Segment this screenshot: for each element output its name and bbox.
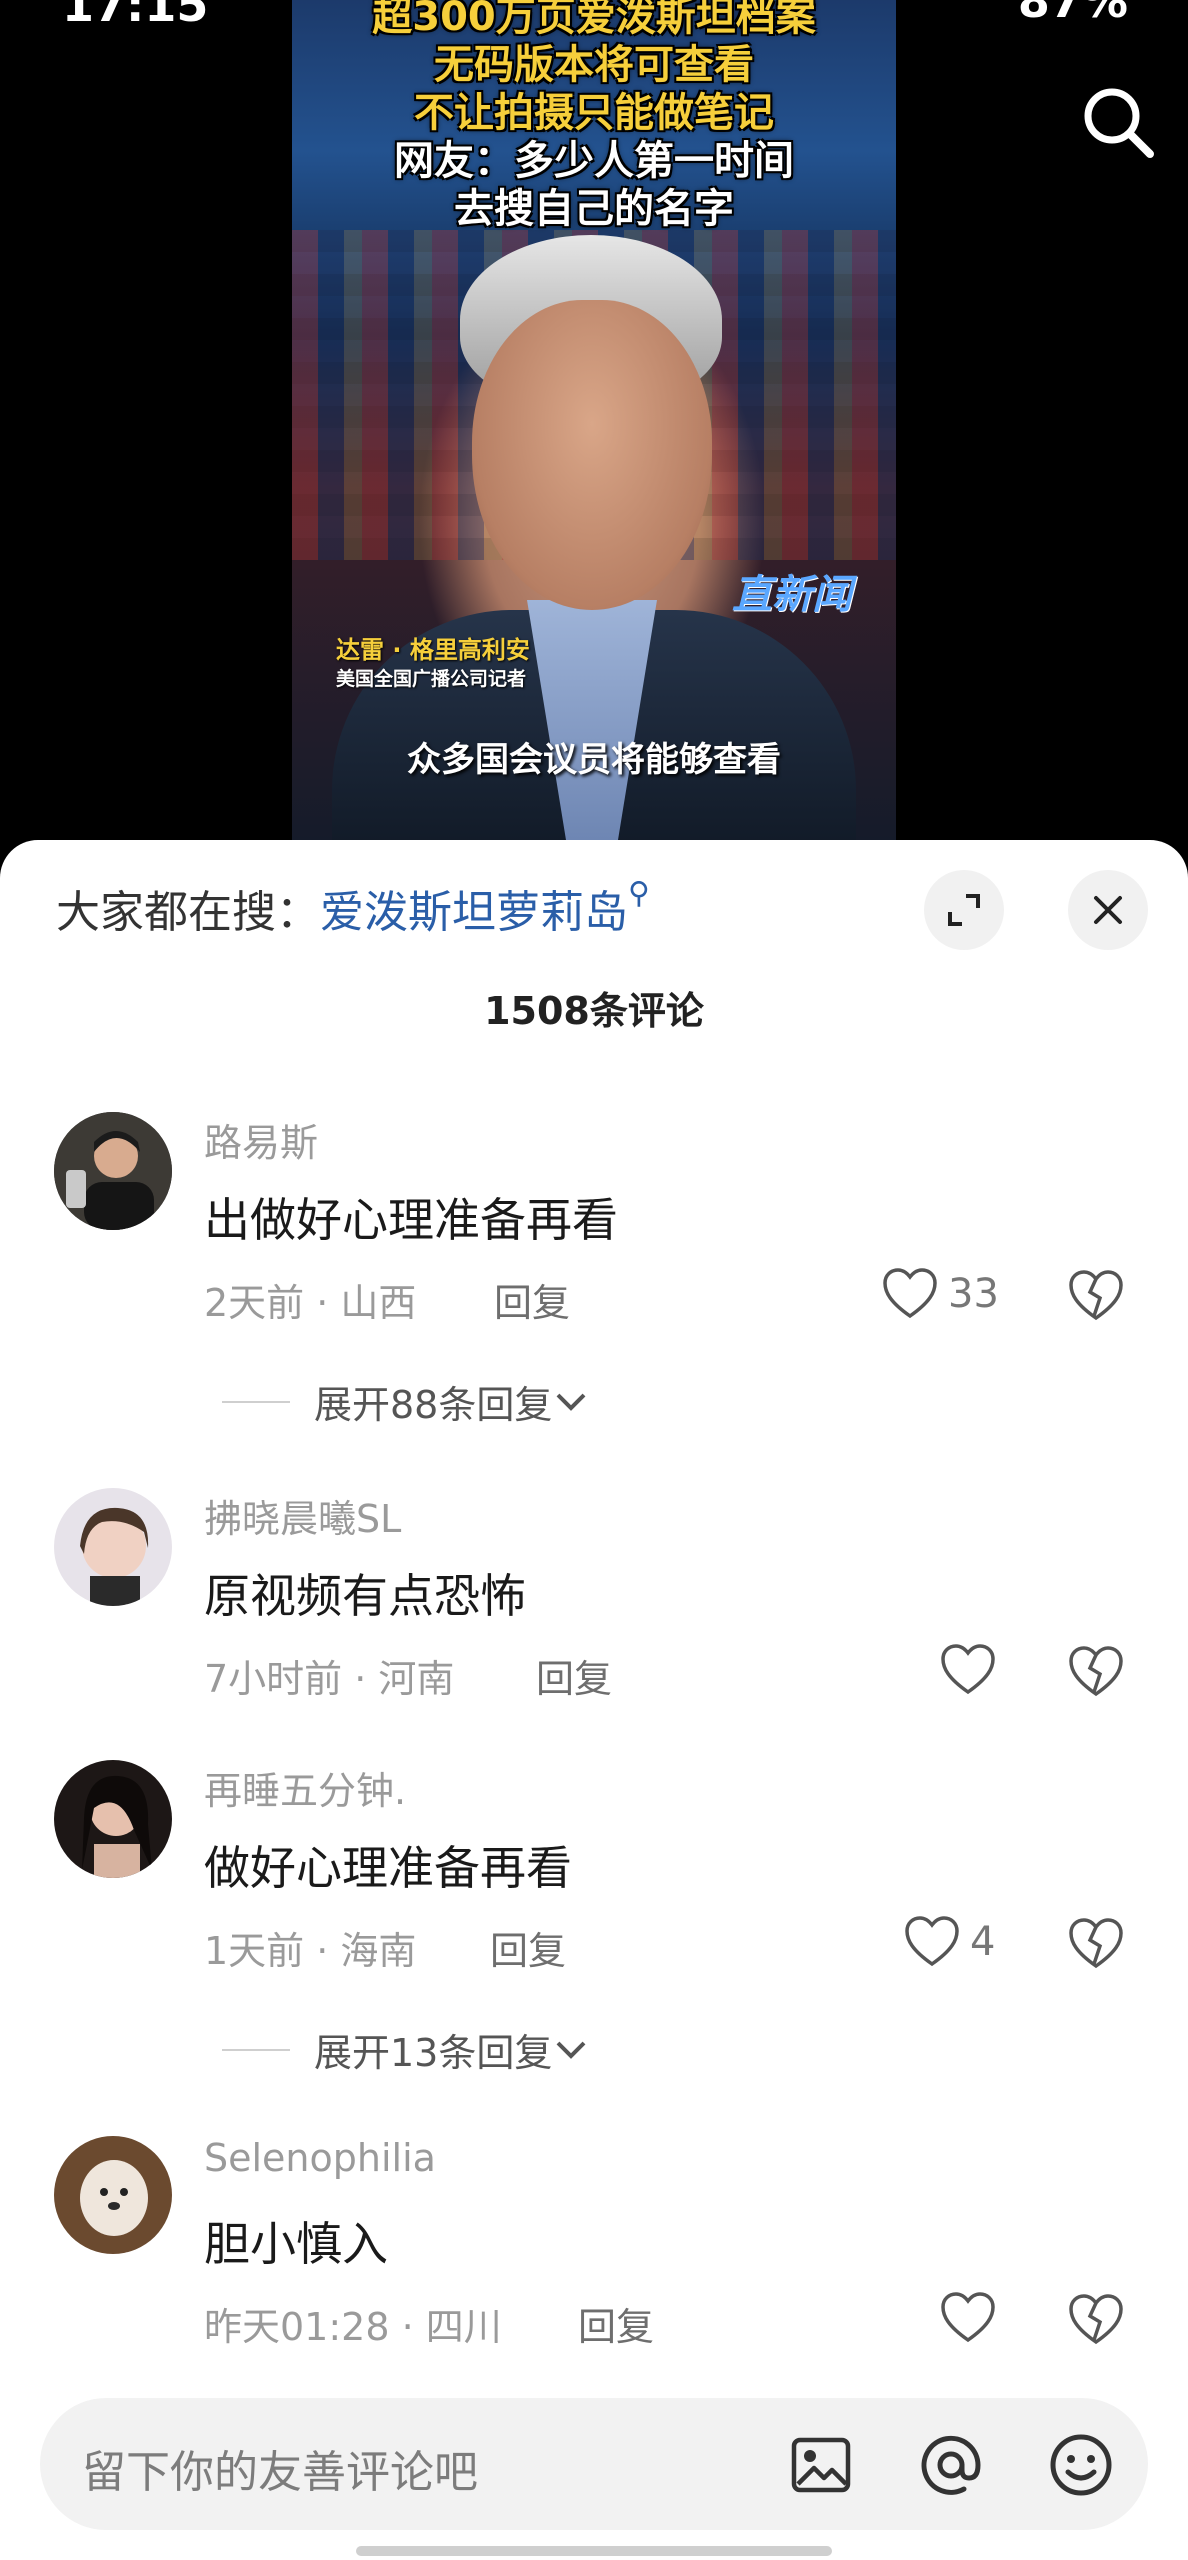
heart-icon <box>905 1916 959 1967</box>
comment-sheet: 大家都在搜：爱泼斯坦萝莉岛⚲ 1508条评论 路易斯 出做好心理准备再看 2天前… <box>0 840 1188 2560</box>
comment-text: 胆小慎入 <box>204 2217 388 2271</box>
chevron-down-icon <box>556 2041 586 2059</box>
reply-button[interactable]: 回复 <box>578 2296 654 2351</box>
expand-replies[interactable]: 展开88条回复 <box>222 1374 588 1429</box>
expand-icon <box>948 894 980 926</box>
comment-input-placeholder[interactable]: 留下你的友善评论吧 <box>82 2436 478 2500</box>
like-button[interactable] <box>940 2288 1006 2348</box>
comment-count: 1508条评论 <box>484 989 704 1033</box>
comment-text: 出做好心理准备再看 <box>204 1193 618 1247</box>
close-icon <box>1094 896 1122 924</box>
comment-username[interactable]: 再睡五分钟. <box>204 1760 406 1815</box>
trending-search-term[interactable]: 爱泼斯坦萝莉岛 <box>320 887 628 938</box>
comment-username[interactable]: 路易斯 <box>204 1112 318 1167</box>
expand-button[interactable] <box>924 870 1004 950</box>
heart-icon <box>941 1644 995 1695</box>
video-caption-line: 去搜自己的名字 <box>454 186 734 232</box>
divider <box>222 1400 290 1403</box>
close-button[interactable] <box>1068 870 1148 950</box>
avatar[interactable] <box>54 1112 172 1230</box>
video-subtitle: 众多国会议员将能够查看 <box>407 740 781 780</box>
expand-replies[interactable]: 展开13条回复 <box>222 2022 588 2077</box>
reply-button[interactable]: 回复 <box>494 1272 570 1327</box>
broken-heart-icon[interactable] <box>1068 1268 1124 1324</box>
home-indicator[interactable] <box>356 2546 832 2556</box>
status-time: 17:15 <box>62 0 209 32</box>
comment-time-location: 1天前 · 海南 <box>204 1929 417 1973</box>
expand-replies-label: 展开88条回复 <box>314 1383 553 1427</box>
like-button[interactable]: 4 <box>904 1912 995 1972</box>
reporter-title: 美国全国广播公司记者 <box>336 668 527 690</box>
reply-button[interactable]: 回复 <box>536 1648 612 1703</box>
expand-replies-label: 展开13条回复 <box>314 2031 553 2075</box>
broken-heart-icon[interactable] <box>1068 1644 1124 1700</box>
broken-heart-icon[interactable] <box>1068 1916 1124 1972</box>
search-icon: ⚲ <box>628 876 650 911</box>
like-count: 33 <box>948 1271 999 1317</box>
comment-time-location: 昨天01:28 · 四川 <box>204 2305 502 2349</box>
like-count: 4 <box>970 1919 996 1965</box>
status-battery: 87% <box>1017 0 1128 28</box>
heart-icon <box>941 2292 995 2343</box>
emoji-icon[interactable] <box>1046 2430 1116 2500</box>
anchor-face <box>472 300 712 610</box>
heart-icon <box>883 1268 937 1319</box>
divider <box>222 2048 290 2051</box>
image-icon[interactable] <box>786 2430 856 2500</box>
search-icon <box>1084 88 1154 158</box>
comment-time-location: 2天前 · 山西 <box>204 1281 417 1325</box>
like-button[interactable]: 33 <box>882 1264 999 1324</box>
chevron-down-icon <box>556 1393 586 1411</box>
comment-username[interactable]: Selenophilia <box>204 2136 436 2180</box>
comment-text: 原视频有点恐怖 <box>204 1569 526 1623</box>
avatar[interactable] <box>54 2136 172 2254</box>
reply-button[interactable]: 回复 <box>490 1920 566 1975</box>
video-frame[interactable]: 超300万页爱泼斯坦档案 无码版本将可查看 不让拍摄只能做笔记 网友：多少人第一… <box>292 0 896 840</box>
comment-time-location: 7小时前 · 河南 <box>204 1657 455 1701</box>
trending-search-prefix: 大家都在搜： <box>56 887 320 938</box>
reporter-name: 达雷 · 格里高利安 <box>336 636 530 664</box>
avatar[interactable] <box>54 1760 172 1878</box>
search-button[interactable] <box>1076 80 1160 164</box>
comment-input-bar[interactable]: 留下你的友善评论吧 <box>40 2398 1148 2530</box>
like-button[interactable] <box>940 1640 1006 1700</box>
comment-text: 做好心理准备再看 <box>204 1841 572 1895</box>
news-logo: 直新闻 <box>732 572 852 618</box>
at-icon[interactable] <box>916 2430 986 2500</box>
trending-search[interactable]: 大家都在搜：爱泼斯坦萝莉岛⚲ <box>56 876 650 940</box>
video-player[interactable]: 17:15 87% 超300万页爱泼斯坦档案 无码版本将可查看 不让拍摄只能做笔… <box>0 0 1188 850</box>
avatar[interactable] <box>54 1488 172 1606</box>
comment-username[interactable]: 拂晓晨曦SL <box>204 1488 401 1543</box>
broken-heart-icon[interactable] <box>1068 2292 1124 2348</box>
